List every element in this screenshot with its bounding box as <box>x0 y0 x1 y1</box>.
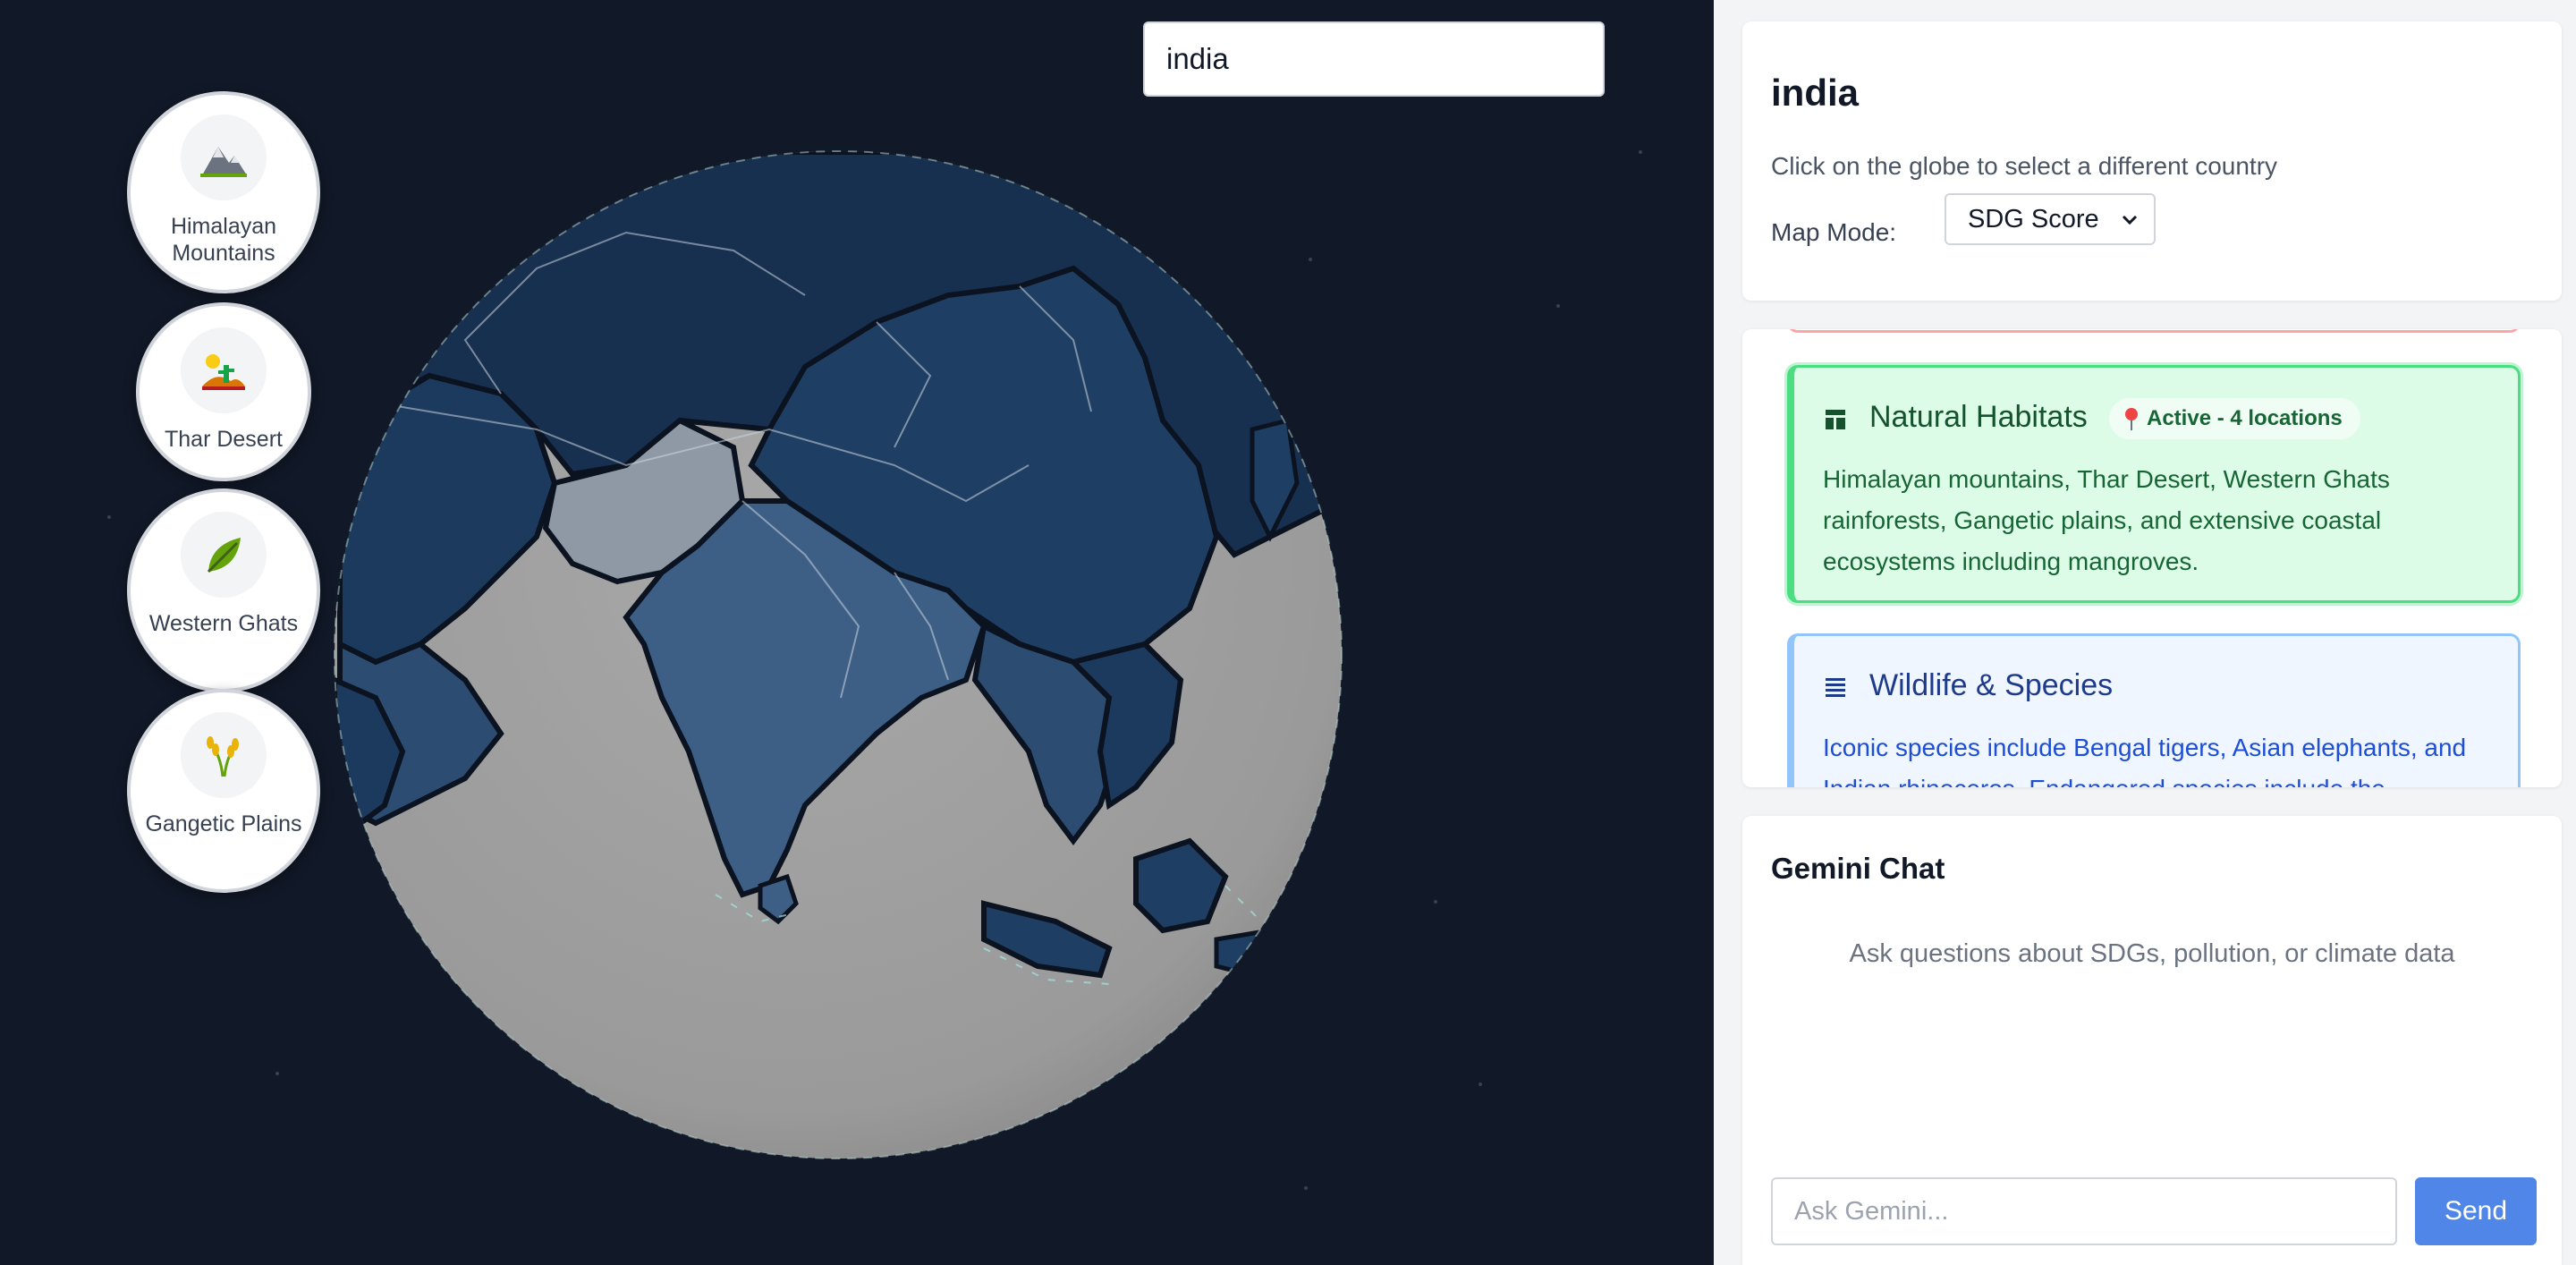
status-badge-text: Active - 4 locations <box>2147 406 2343 430</box>
habitat-label: Western Ghats <box>148 611 299 636</box>
globe-view[interactable]: Himalayan Mountains Thar Desert Western … <box>0 0 1714 1265</box>
map-mode-label: Map Mode: <box>1771 218 1897 246</box>
side-panel: india Click on the globe to select a dif… <box>1714 0 2576 1265</box>
wildlife-species-card[interactable]: Wildlife & Species Iconic species includ… <box>1787 633 2521 787</box>
country-card: india Click on the globe to select a dif… <box>1742 21 2562 301</box>
list-icon <box>1826 678 1845 697</box>
rice-icon <box>181 712 267 798</box>
status-badge: Active - 4 locations <box>2109 398 2360 439</box>
mountain-icon <box>181 115 267 200</box>
send-button[interactable]: Send <box>2415 1177 2537 1245</box>
info-card-body: Iconic species include Bengal tigers, As… <box>1823 734 2467 787</box>
desert-icon <box>181 327 267 413</box>
pin-icon <box>2125 408 2138 430</box>
habitat-bubble-gangetic[interactable]: Gangetic Plains <box>127 689 320 893</box>
habitat-label: Gangetic Plains <box>145 811 302 836</box>
info-card-body: Himalayan mountains, Thar Desert, Wester… <box>1823 465 2390 575</box>
previous-info-card <box>1787 329 2521 333</box>
info-card-title: Natural Habitats <box>1869 400 2088 434</box>
info-scroll-panel[interactable]: Natural Habitats Active - 4 locations Hi… <box>1742 329 2562 787</box>
country-search-input[interactable] <box>1143 21 1605 97</box>
chat-empty-state: Ask questions about SDGs, pollution, or … <box>1849 939 2455 968</box>
info-card-title: Wildlife & Species <box>1869 668 2114 702</box>
habitat-bubble-thar[interactable]: Thar Desert <box>136 302 311 481</box>
habitat-label: Himalayan Mountains <box>170 214 277 266</box>
chat-input[interactable] <box>1771 1177 2397 1245</box>
country-title: india <box>1771 72 1860 114</box>
leaf-icon <box>181 512 267 598</box>
habitat-bubble-western-ghats[interactable]: Western Ghats <box>127 488 320 692</box>
region-new-guinea[interactable] <box>1214 928 1292 978</box>
habitat-label: Thar Desert <box>165 427 283 452</box>
gemini-chat-card: Gemini Chat Ask questions about SDGs, po… <box>1742 816 2562 1265</box>
layout-icon <box>1826 410 1845 429</box>
natural-habitats-card[interactable]: Natural Habitats Active - 4 locations Hi… <box>1787 365 2521 603</box>
habitat-bubble-himalayan[interactable]: Himalayan Mountains <box>127 91 320 293</box>
country-hint: Click on the globe to select a different… <box>1771 152 2278 180</box>
chat-title: Gemini Chat <box>1771 852 1945 885</box>
map-mode-value: SDG Score <box>1968 204 2099 233</box>
chevron-down-icon <box>2122 215 2138 225</box>
map-mode-select[interactable]: SDG Score <box>1945 193 2156 245</box>
